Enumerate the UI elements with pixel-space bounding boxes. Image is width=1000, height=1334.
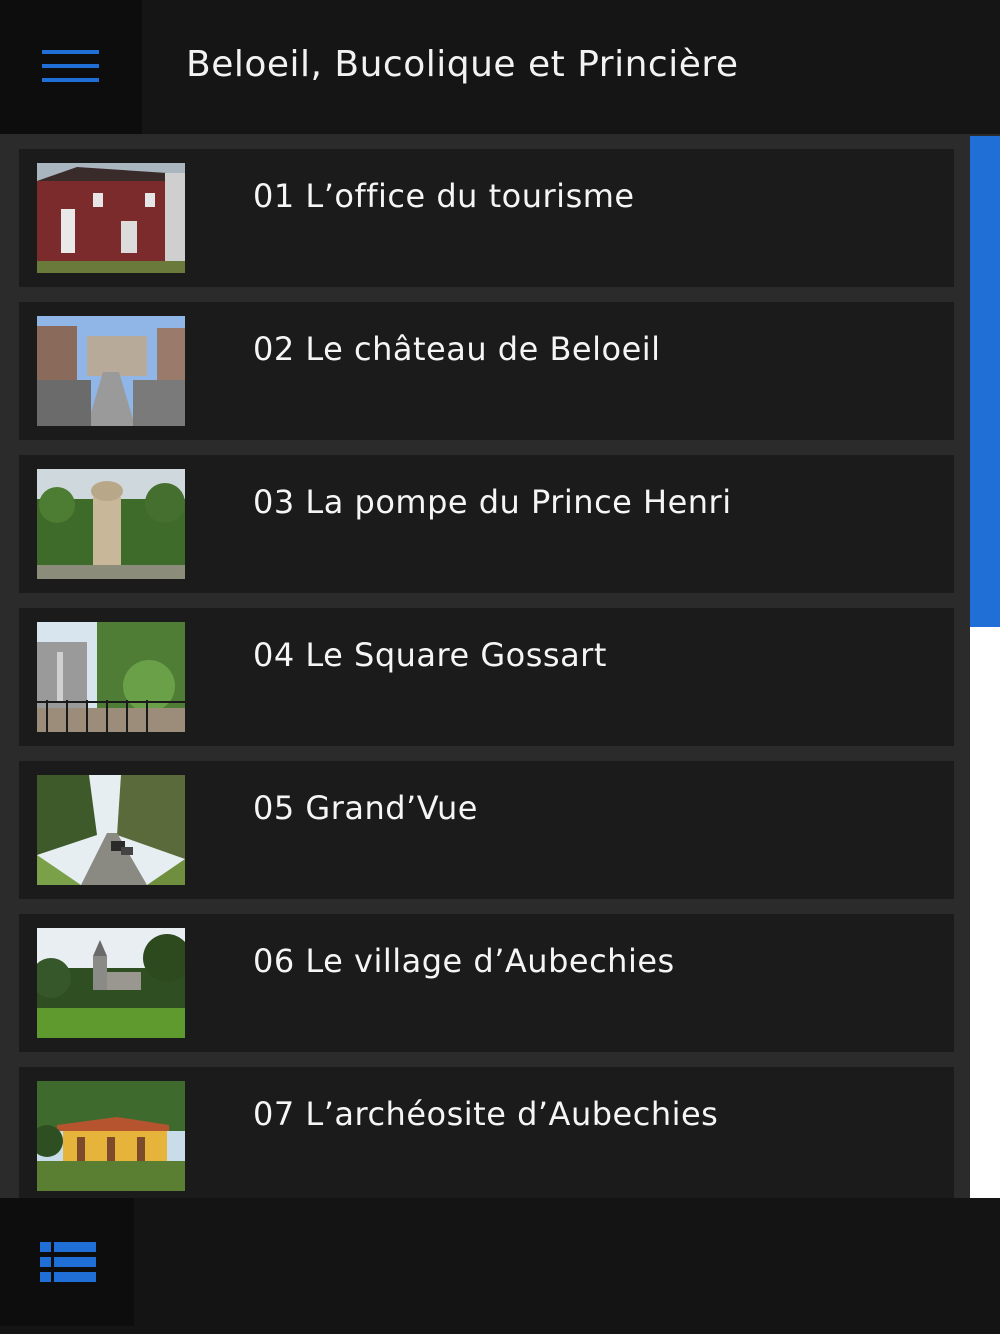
- castle-bridge-thumbnail: [37, 316, 185, 426]
- list-item[interactable]: 01 L’office du tourisme: [19, 149, 954, 287]
- list-item[interactable]: 06 Le village d’Aubechies: [19, 914, 954, 1052]
- list-item[interactable]: 05 Grand’Vue: [19, 761, 954, 899]
- list-view-icon: [40, 1242, 96, 1282]
- list-item[interactable]: 04 Le Square Gossart: [19, 608, 954, 746]
- bottom-bar: [0, 1198, 1000, 1334]
- item-label: 07 L’archéosite d’Aubechies: [253, 1095, 719, 1133]
- item-label: 03 La pompe du Prince Henri: [253, 483, 732, 521]
- item-label: 05 Grand’Vue: [253, 789, 478, 827]
- item-label: 02 Le château de Beloeil: [253, 330, 661, 368]
- red-brick-building-thumbnail: [37, 163, 185, 273]
- item-label: 01 L’office du tourisme: [253, 177, 635, 215]
- menu-button[interactable]: [0, 0, 142, 134]
- tour-stops-list: 01 L’office du tourisme 02 Le château de…: [0, 136, 970, 1198]
- app-header: Beloeil, Bucolique et Princière: [0, 0, 1000, 134]
- list-view-button[interactable]: [0, 1198, 134, 1326]
- list-item[interactable]: 07 L’archéosite d’Aubechies: [19, 1067, 954, 1198]
- item-label: 06 Le village d’Aubechies: [253, 942, 675, 980]
- list-item[interactable]: 03 La pompe du Prince Henri: [19, 455, 954, 593]
- page-title: Beloeil, Bucolique et Princière: [186, 44, 739, 85]
- village-church-thumbnail: [37, 928, 185, 1038]
- square-gate-thumbnail: [37, 622, 185, 732]
- list-item[interactable]: 02 Le château de Beloeil: [19, 302, 954, 440]
- stone-pump-thumbnail: [37, 469, 185, 579]
- forest-road-thumbnail: [37, 775, 185, 885]
- yellow-house-thumbnail: [37, 1081, 185, 1191]
- item-label: 04 Le Square Gossart: [253, 636, 607, 674]
- scrollbar-thumb[interactable]: [970, 136, 1000, 627]
